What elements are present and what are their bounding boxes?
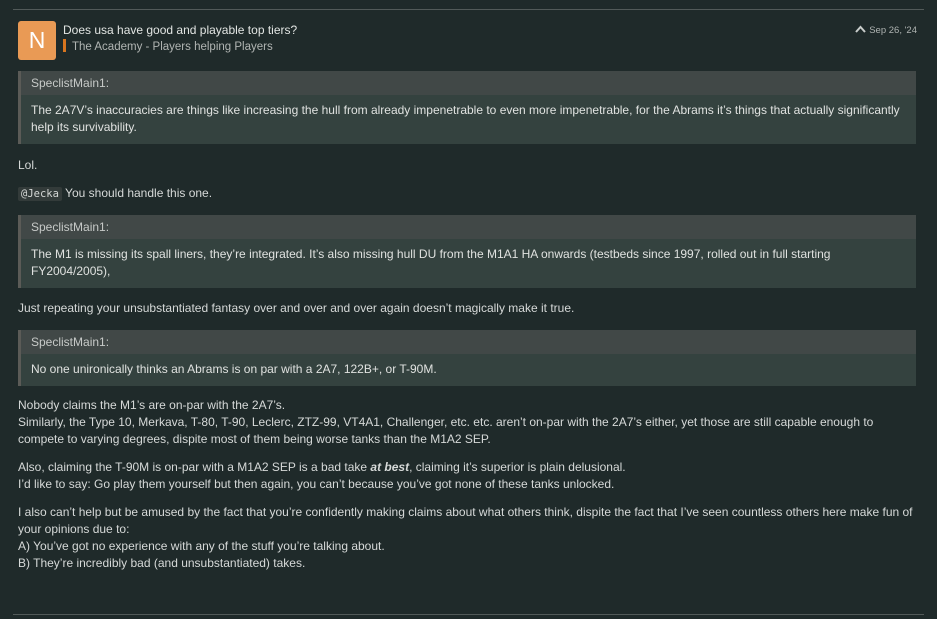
paragraph-line: Nobody claims the M1’s are on-par with t… xyxy=(18,398,286,412)
bottom-divider xyxy=(13,614,924,615)
quote-text: The M1 is missing its spall liners, they… xyxy=(31,247,831,278)
post-header: N Does usa have good and playable top ti… xyxy=(18,21,917,61)
category-link[interactable]: The Academy - Players helping Players xyxy=(63,39,273,53)
emphasis: at best xyxy=(370,460,410,474)
category-label: The Academy - Players helping Players xyxy=(72,41,273,53)
paragraph: @Jecka You should handle this one. xyxy=(18,185,916,203)
avatar[interactable]: N xyxy=(18,21,56,60)
mention-link[interactable]: @Jecka xyxy=(18,187,62,201)
paragraph: Lol. xyxy=(18,158,38,172)
top-divider xyxy=(13,9,924,10)
topic-title[interactable]: Does usa have good and playable top tier… xyxy=(63,23,297,37)
text-span: Also, claiming the T-90M is on-par with … xyxy=(18,460,371,474)
quote-block: SpeclistMain1: The 2A7V’s inaccuracies a… xyxy=(18,71,916,144)
post-date[interactable]: Sep 26, '24 xyxy=(855,25,917,36)
paragraph: Just repeating your unsubstantiated fant… xyxy=(18,301,575,315)
paragraph-line: Also, claiming the T-90M is on-par with … xyxy=(18,459,916,476)
quote-author[interactable]: SpeclistMain1: xyxy=(21,330,916,354)
quote-block: SpeclistMain1: No one unironically think… xyxy=(18,330,916,386)
paragraph-line: Similarly, the Type 10, Merkava, T-80, T… xyxy=(18,415,874,446)
mention-text: You should handle this one. xyxy=(61,186,213,200)
quote-author[interactable]: SpeclistMain1: xyxy=(21,215,916,239)
category-badge xyxy=(63,39,66,52)
post-body: SpeclistMain1: The 2A7V’s inaccuracies a… xyxy=(18,71,916,572)
quote-text: The 2A7V’s inaccuracies are things like … xyxy=(31,103,900,134)
paragraph-line: A) You’ve got no experience with any of … xyxy=(18,539,385,553)
paragraph-line: I’d like to say: Go play them yourself b… xyxy=(18,477,615,491)
date-label: Sep 26, '24 xyxy=(869,25,917,36)
quote-author[interactable]: SpeclistMain1: xyxy=(21,71,916,95)
paragraph: Nobody claims the M1’s are on-par with t… xyxy=(18,397,916,448)
chevron-up-icon[interactable] xyxy=(855,25,866,36)
text-span: , claiming it’s superior is plain delusi… xyxy=(409,460,626,474)
quote-text: No one unironically thinks an Abrams is … xyxy=(31,362,437,376)
paragraph-line: I also can’t help but be amused by the f… xyxy=(18,505,913,536)
paragraph-line: B) They’re incredibly bad (and unsubstan… xyxy=(18,556,306,570)
paragraph: Also, claiming the T-90M is on-par with … xyxy=(18,459,916,493)
paragraph: I also can’t help but be amused by the f… xyxy=(18,504,916,572)
quote-block: SpeclistMain1: The M1 is missing its spa… xyxy=(18,215,916,288)
